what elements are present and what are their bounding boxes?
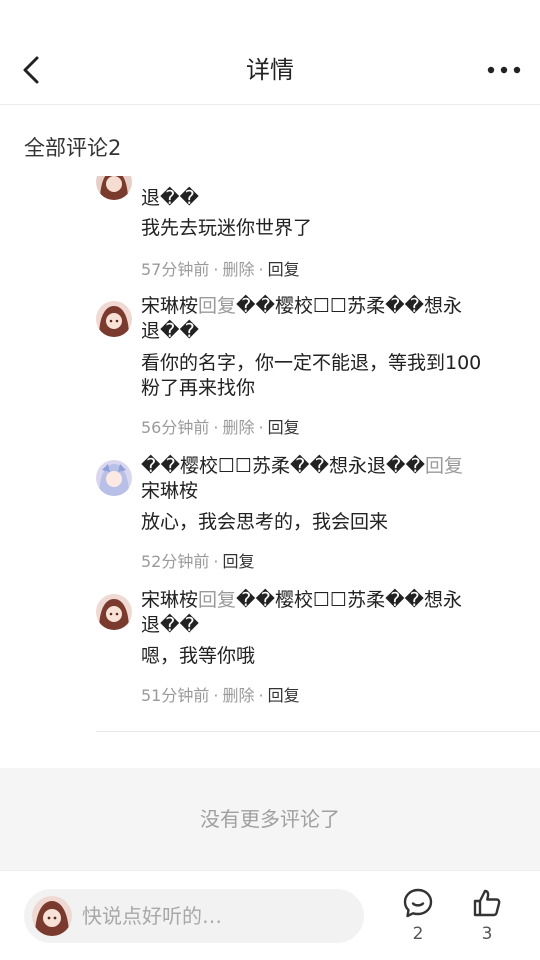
comment-header: 宋琳桉回复��樱校☐☐苏柔��想永 — [141, 294, 521, 319]
comment-body: 看你的名字，你一定不能退，等我到100 — [141, 352, 482, 374]
no-more-comments: 没有更多评论了 — [0, 768, 540, 870]
comment-time: 51分钟前 — [141, 686, 210, 705]
reply-word: 回复 — [198, 589, 237, 611]
avatar[interactable] — [96, 460, 132, 496]
user-avatar-icon — [96, 301, 132, 337]
comment-body: 放心，我会思考的，我会回来 — [141, 511, 389, 533]
more-dots-icon — [487, 66, 521, 74]
reply-word: 回复 — [424, 455, 463, 477]
comment-body: 我先去玩迷你世界了 — [141, 217, 313, 239]
author-name[interactable]: ��樱校☐☐苏柔��想永退�� — [141, 455, 425, 477]
divider — [96, 731, 540, 732]
user-avatar-icon — [96, 176, 132, 200]
user-avatar-icon — [32, 896, 72, 936]
top-bar: 详情 — [0, 0, 540, 105]
reply-link[interactable]: 回复 — [222, 552, 254, 571]
input-placeholder: 快说点好听的… — [82, 904, 222, 928]
comment-text-tail: 退�� — [141, 187, 199, 209]
avatar[interactable] — [96, 301, 132, 337]
comment-time: 57分钟前 — [141, 260, 210, 279]
thumbs-up-icon — [473, 889, 501, 917]
more-button[interactable] — [484, 50, 524, 90]
author-name[interactable]: 宋琳桉 — [141, 589, 198, 611]
comment-meta: 51分钟前 · 删除 · 回复 — [141, 686, 300, 705]
comment-meta: 57分钟前 · 删除 · 回复 — [141, 260, 300, 279]
comment-input[interactable]: 快说点好听的… — [24, 889, 364, 943]
delete-link[interactable]: 删除 — [222, 686, 254, 705]
delete-link[interactable]: 删除 — [222, 418, 254, 437]
avatar[interactable] — [96, 594, 132, 630]
user-avatar-icon — [96, 594, 132, 630]
like-button[interactable]: 3 — [462, 887, 512, 947]
reply-word: 回复 — [198, 295, 237, 317]
comment-meta: 52分钟前 · 回复 — [141, 552, 255, 571]
avatar[interactable] — [96, 176, 132, 200]
reply-link[interactable]: 回复 — [268, 418, 300, 437]
reply-target[interactable]: 宋琳桉 — [141, 479, 521, 504]
author-name[interactable]: 宋琳桉 — [141, 295, 198, 317]
bottom-bar: 快说点好听的… 2 3 — [0, 870, 540, 960]
comment-bubble-icon — [403, 888, 433, 918]
comment-time: 56分钟前 — [141, 418, 210, 437]
delete-link[interactable]: 删除 — [222, 260, 254, 279]
comment-button[interactable]: 2 — [393, 887, 443, 947]
page-title: 详情 — [246, 56, 294, 84]
reply-link[interactable]: 回复 — [268, 260, 300, 279]
comment-meta: 56分钟前 · 删除 · 回复 — [141, 418, 300, 437]
comment-count: 2 — [412, 924, 424, 944]
comment-time: 52分钟前 — [141, 552, 210, 571]
reply-target[interactable]: ��樱校☐☐苏柔��想永 — [236, 589, 462, 611]
comment-body-cont: 粉了再来找你 — [141, 377, 256, 399]
comment-header: 宋琳桉回复��樱校☐☐苏柔��想永 — [141, 588, 521, 613]
reply-target[interactable]: ��樱校☐☐苏柔��想永 — [236, 295, 462, 317]
comment-list: 退�� 我先去玩迷你世界了 57分钟前 · 删除 · 回复 宋琳桉回复��樱校☐☐苏柔�… — [0, 176, 540, 736]
reply-target-cont: 退�� — [141, 320, 199, 342]
comment-body: 嗯，我等你哦 — [141, 645, 256, 667]
user-avatar-icon — [96, 460, 132, 496]
avatar — [32, 896, 72, 936]
reply-link[interactable]: 回复 — [268, 686, 300, 705]
reply-target-cont: 退�� — [141, 614, 199, 636]
like-count: 3 — [481, 924, 493, 944]
comment-header: ��樱校☐☐苏柔��想永退��回复 — [141, 454, 521, 479]
all-comments-heading: 全部评论2 — [24, 136, 122, 160]
